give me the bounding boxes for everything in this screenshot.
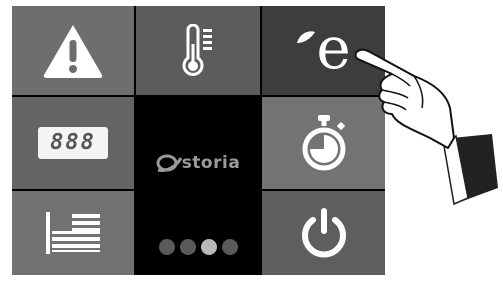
brand-tile: storia (136, 97, 260, 275)
warning-button[interactable] (12, 6, 134, 95)
page-dot[interactable] (158, 239, 175, 255)
page-dot-active[interactable] (200, 239, 217, 255)
stopwatch-icon (302, 115, 345, 171)
display-button[interactable]: 888 (12, 97, 134, 189)
power-icon (301, 208, 346, 258)
page-indicator (136, 239, 260, 255)
seven-segment-display-icon: 888 (38, 127, 108, 159)
logo-swoosh-icon (156, 154, 182, 172)
eco-leaf-e-icon: e (296, 19, 351, 77)
display-digits: 888 (50, 130, 96, 155)
brand-name: storia (181, 153, 241, 173)
thermometer-icon (182, 23, 212, 76)
control-panel: e 888 storia (12, 6, 385, 275)
eco-letter: e (316, 13, 351, 82)
temperature-button[interactable] (136, 6, 260, 95)
language-button[interactable] (12, 191, 134, 275)
warning-icon (43, 24, 103, 78)
brand-logo: storia (136, 153, 260, 173)
flag-icon (46, 212, 100, 254)
page-dot[interactable] (221, 239, 238, 255)
page-dot[interactable] (179, 239, 196, 255)
pointing-hand-icon (354, 48, 498, 206)
